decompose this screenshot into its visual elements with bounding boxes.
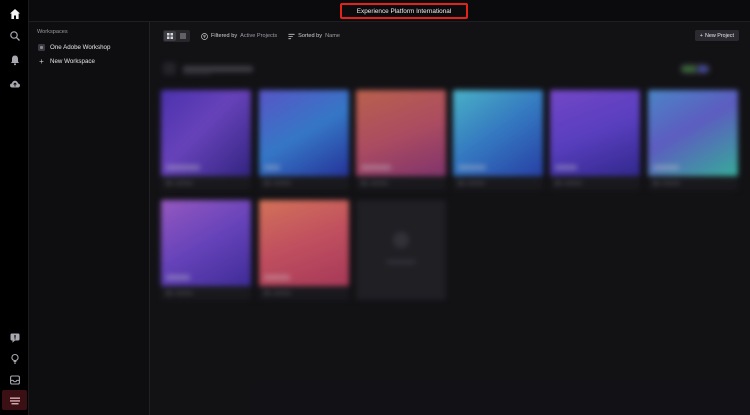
workspace-item-label: One Adobe Workshop	[50, 43, 111, 51]
inbox-icon[interactable]	[8, 373, 21, 386]
plus-icon: +	[39, 56, 44, 66]
project-meta	[550, 176, 640, 190]
project-card[interactable]	[648, 90, 738, 194]
lightbulb-icon[interactable]	[8, 352, 21, 365]
project-meta	[161, 286, 251, 300]
project-thumbnail	[356, 90, 446, 176]
org-title-text: Experience Platform International	[356, 7, 452, 15]
project-card[interactable]	[356, 90, 446, 194]
workspace-icon	[38, 43, 45, 51]
account-badge-icon[interactable]	[8, 394, 21, 407]
list-view-button[interactable]	[177, 31, 189, 41]
left-rail	[0, 0, 29, 415]
workspace-item-one-adobe-workshop[interactable]: One Adobe Workshop	[38, 41, 146, 53]
filter-key: Filtered by	[211, 33, 238, 39]
workspace-group-subtitle	[183, 71, 211, 75]
sort-control[interactable]: Sorted by Name	[288, 33, 340, 40]
search-icon[interactable]	[8, 29, 21, 42]
filter-control[interactable]: Filtered by Active Projects	[201, 32, 278, 40]
add-project-icon	[393, 232, 409, 248]
grid-icon	[167, 33, 173, 39]
project-thumbnail	[648, 90, 738, 176]
new-project-button[interactable]: + New Project	[694, 30, 739, 41]
new-workspace-label: New Workspace	[50, 57, 95, 65]
project-card[interactable]	[259, 90, 349, 194]
project-thumbnail	[259, 90, 349, 176]
cloud-upload-icon[interactable]	[8, 77, 21, 90]
grid-view-button[interactable]	[164, 31, 176, 41]
sort-value: Name	[325, 33, 340, 39]
sort-key: Sorted by	[298, 33, 323, 39]
project-meta	[161, 176, 251, 190]
home-icon[interactable]	[8, 7, 21, 20]
feedback-icon[interactable]	[8, 331, 21, 344]
workspace-sidebar: Workspaces One Adobe Workshop + New Work…	[29, 22, 150, 415]
filter-value: Active Projects	[240, 33, 278, 39]
sort-icon	[288, 33, 295, 39]
project-card[interactable]	[161, 200, 251, 304]
project-card[interactable]	[550, 90, 640, 194]
project-card[interactable]	[453, 90, 543, 194]
top-bar: Experience Platform International	[29, 0, 750, 22]
project-meta	[648, 176, 738, 190]
project-thumbnail	[161, 200, 251, 286]
filter-icon	[201, 32, 208, 40]
project-toolbar: Filtered by Active Projects Sorted by Na…	[163, 30, 739, 42]
workspace-group-icon	[163, 62, 176, 75]
workspaces-header: Workspaces	[37, 29, 68, 35]
project-meta	[453, 176, 543, 190]
create-project-card[interactable]	[356, 200, 446, 300]
workspace-group-header	[163, 62, 253, 75]
project-thumbnail	[453, 90, 543, 176]
project-meta	[356, 176, 446, 190]
main-content: Filtered by Active Projects Sorted by Na…	[150, 22, 750, 415]
status-pill	[680, 64, 710, 74]
org-title[interactable]: Experience Platform International	[340, 3, 468, 19]
project-thumbnail	[550, 90, 640, 176]
project-thumbnail	[161, 90, 251, 176]
list-icon	[180, 33, 186, 39]
bell-icon[interactable]	[8, 53, 21, 66]
app-window: Experience Platform International Worksp…	[0, 0, 750, 415]
project-card[interactable]	[161, 90, 251, 194]
view-toggle	[163, 30, 190, 42]
project-meta	[259, 176, 349, 190]
project-thumbnail	[259, 200, 349, 286]
project-card[interactable]	[259, 200, 349, 304]
new-project-label: New Project	[704, 32, 734, 39]
create-project-label	[386, 260, 416, 264]
plus-icon: +	[699, 32, 703, 39]
project-meta	[259, 286, 349, 300]
new-workspace-button[interactable]: + New Workspace	[38, 55, 146, 67]
blurred-project-area	[150, 22, 750, 415]
